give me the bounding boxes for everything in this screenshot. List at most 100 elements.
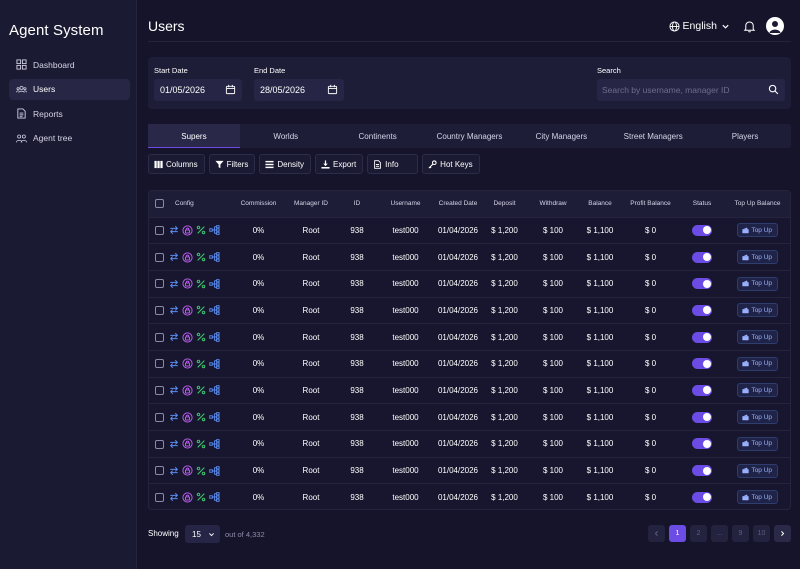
percent-icon[interactable] <box>196 305 206 315</box>
lock-icon[interactable] <box>182 278 193 289</box>
page-button-1[interactable]: 1 <box>669 525 686 542</box>
end-date-field[interactable]: 28/05/2026 <box>254 79 344 101</box>
top-up-button[interactable]: Top Up <box>736 490 779 505</box>
sidebar-item-users[interactable]: Users <box>9 78 130 100</box>
sidebar-item-agent-tree[interactable]: Agent tree <box>9 128 130 149</box>
status-toggle[interactable] <box>692 331 712 343</box>
column-header-deposit[interactable]: Deposit <box>483 191 526 217</box>
top-up-button[interactable]: Top Up <box>736 276 779 291</box>
bell-icon[interactable] <box>743 20 756 33</box>
percent-icon[interactable] <box>196 225 206 235</box>
status-toggle[interactable] <box>692 251 712 263</box>
row-checkbox[interactable] <box>154 386 164 396</box>
swap-icon[interactable] <box>169 466 179 476</box>
column-header-config[interactable]: Config <box>169 191 231 217</box>
column-header-id[interactable]: ID <box>336 191 378 217</box>
hierarchy-icon[interactable] <box>209 465 220 476</box>
tab-street-managers[interactable]: Street Managers <box>607 124 699 148</box>
top-up-button[interactable]: Top Up <box>736 463 779 478</box>
search-icon[interactable] <box>768 84 779 95</box>
tab-continents[interactable]: Continents <box>332 124 424 148</box>
percent-icon[interactable] <box>196 279 206 289</box>
row-checkbox[interactable] <box>154 306 164 316</box>
column-header-created-date[interactable]: Created Date <box>433 191 483 217</box>
tab-supers[interactable]: Supers <box>148 124 240 148</box>
hotkeys-button[interactable]: Hot Keys <box>422 154 480 174</box>
filters-button[interactable]: Filters <box>208 154 256 174</box>
export-button[interactable]: Export <box>315 154 364 174</box>
search-input[interactable] <box>602 85 762 95</box>
hierarchy-icon[interactable] <box>209 412 220 422</box>
percent-icon[interactable] <box>196 252 206 262</box>
row-checkbox[interactable] <box>154 493 164 503</box>
column-header-status[interactable]: Status <box>681 191 723 217</box>
tab-players[interactable]: Players <box>699 124 791 148</box>
swap-icon[interactable] <box>169 412 179 422</box>
hierarchy-icon[interactable] <box>209 252 220 262</box>
table-row[interactable]: 0% Root 938 test000 01/04/2026 $ 1,200 $ 100 $ … <box>149 217 790 244</box>
start-date-field[interactable]: 01/05/2026 <box>154 79 242 101</box>
hierarchy-icon[interactable] <box>209 278 220 289</box>
row-checkbox[interactable] <box>154 332 164 342</box>
status-toggle[interactable] <box>692 384 712 396</box>
column-header-profit-balance[interactable]: Profit Balance <box>620 191 681 217</box>
percent-icon[interactable] <box>196 385 206 395</box>
sidebar-item-dashboard[interactable]: Dashboard <box>9 54 130 75</box>
table-row[interactable]: 0% Root 938 test000 01/04/2026 $ 1,200 $ 100 $ … <box>149 483 790 509</box>
info-button[interactable]: Info <box>367 154 419 174</box>
status-toggle[interactable] <box>692 491 712 503</box>
table-row[interactable]: 0% Root 938 test000 01/04/2026 $ 1,200 $ 100 $ … <box>149 403 790 431</box>
percent-icon[interactable] <box>196 439 206 449</box>
next-page-button[interactable] <box>774 525 791 542</box>
table-row[interactable]: 0% Root 938 test000 01/04/2026 $ 1,200 $ 100 $ … <box>149 350 790 377</box>
table-row[interactable]: 0% Root 938 test000 01/04/2026 $ 1,200 $ 100 $ … <box>149 270 790 297</box>
swap-icon[interactable] <box>169 492 179 502</box>
tab-worlds[interactable]: Worlds <box>240 124 332 148</box>
lock-icon[interactable] <box>182 385 193 396</box>
calendar-icon[interactable] <box>225 84 236 95</box>
row-checkbox[interactable] <box>154 252 164 262</box>
table-row[interactable]: 0% Root 938 test000 01/04/2026 $ 1,200 $ 100 $ … <box>149 377 790 404</box>
top-up-button[interactable]: Top Up <box>736 356 779 371</box>
column-header-top-up-balance[interactable]: Top Up Balance <box>723 191 790 217</box>
table-row[interactable]: 0% Root 938 test000 01/04/2026 $ 1,200 $ 100 $ … <box>149 243 790 271</box>
swap-icon[interactable] <box>169 305 179 315</box>
percent-icon[interactable] <box>196 359 206 369</box>
lock-icon[interactable] <box>182 305 193 316</box>
status-toggle[interactable] <box>692 358 712 370</box>
status-toggle[interactable] <box>692 304 712 316</box>
row-checkbox[interactable] <box>154 466 164 476</box>
avatar[interactable] <box>766 17 784 35</box>
lock-icon[interactable] <box>182 358 193 369</box>
status-toggle[interactable] <box>692 224 712 236</box>
swap-icon[interactable] <box>169 385 179 395</box>
row-checkbox[interactable] <box>154 412 164 422</box>
lock-icon[interactable] <box>182 438 193 449</box>
calendar-icon[interactable] <box>327 84 338 95</box>
top-up-button[interactable]: Top Up <box>736 383 779 398</box>
lock-icon[interactable] <box>182 251 193 263</box>
lock-icon[interactable] <box>182 492 193 503</box>
swap-icon[interactable] <box>169 252 179 262</box>
table-row[interactable]: 0% Root 938 test000 01/04/2026 $ 1,200 $ 100 $ … <box>149 297 790 324</box>
hierarchy-icon[interactable] <box>209 358 220 369</box>
density-button[interactable]: Density <box>259 154 312 174</box>
top-up-button[interactable]: Top Up <box>736 410 779 425</box>
status-toggle[interactable] <box>692 465 712 477</box>
page-size-select[interactable]: 15 <box>185 525 220 543</box>
percent-icon[interactable] <box>196 492 206 502</box>
column-header-username[interactable]: Username <box>378 191 433 217</box>
hierarchy-icon[interactable] <box>209 225 220 236</box>
status-toggle[interactable] <box>692 411 712 423</box>
columns-button[interactable]: Columns <box>148 154 205 174</box>
sidebar-item-reports[interactable]: Reports <box>9 103 130 124</box>
row-checkbox[interactable] <box>154 279 164 289</box>
hierarchy-icon[interactable] <box>209 439 220 449</box>
table-row[interactable]: 0% Root 938 test000 01/04/2026 $ 1,200 $ 100 $ … <box>149 430 790 458</box>
column-header-manager-id[interactable]: Manager ID <box>286 191 336 217</box>
swap-icon[interactable] <box>169 359 179 369</box>
percent-icon[interactable] <box>196 466 206 476</box>
row-checkbox[interactable] <box>154 359 164 369</box>
status-toggle[interactable] <box>692 438 712 450</box>
row-checkbox[interactable] <box>154 439 164 449</box>
